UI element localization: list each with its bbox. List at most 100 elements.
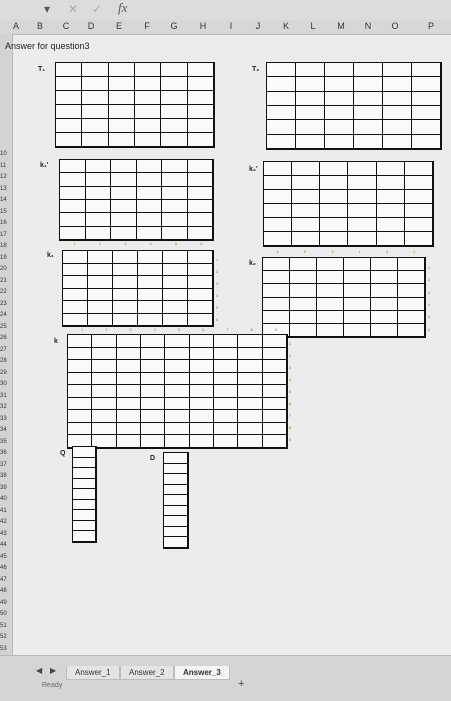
matrix-cell[interactable]	[354, 120, 383, 135]
tab-answer-1[interactable]: Answer_1	[66, 666, 120, 680]
matrix-cell[interactable]	[135, 91, 162, 105]
column-header-k[interactable]: K	[275, 21, 297, 31]
matrix-cell[interactable]	[188, 263, 213, 276]
column-header-c[interactable]: C	[55, 21, 77, 31]
matrix-cell[interactable]	[60, 186, 86, 200]
row-header-number[interactable]: 27	[0, 347, 12, 353]
matrix-cell[interactable]	[141, 435, 166, 448]
matrix-cell[interactable]	[317, 297, 344, 311]
matrix-cell[interactable]	[82, 119, 109, 133]
matrix-cell[interactable]	[165, 360, 190, 373]
matrix-cell[interactable]	[189, 385, 214, 398]
matrix-t1[interactable]	[55, 62, 215, 148]
matrix-cell[interactable]	[238, 410, 263, 423]
matrix-cell[interactable]	[165, 422, 190, 436]
matrix-cell[interactable]	[111, 213, 137, 227]
tab-answer-2[interactable]: Answer_2	[120, 666, 174, 680]
matrix-cell[interactable]	[376, 218, 405, 232]
matrix-cell[interactable]	[325, 91, 354, 106]
row-header-number[interactable]: 47	[0, 577, 12, 583]
matrix-cell[interactable]	[73, 531, 96, 542]
matrix-cell[interactable]	[267, 77, 296, 92]
matrix-cell[interactable]	[344, 297, 371, 311]
column-header-l[interactable]: L	[302, 21, 324, 31]
matrix-cell[interactable]	[292, 190, 321, 204]
matrix-cell[interactable]	[163, 288, 188, 301]
matrix-cell[interactable]	[56, 91, 83, 105]
matrix-cell[interactable]	[187, 226, 213, 240]
row-header-number[interactable]: 49	[0, 600, 12, 606]
matrix-cell[interactable]	[60, 160, 86, 174]
matrix-cell[interactable]	[214, 347, 239, 361]
row-header-number[interactable]: 13	[0, 186, 12, 192]
matrix-cell[interactable]	[262, 435, 287, 448]
matrix-cell[interactable]	[398, 284, 425, 298]
matrix-cell[interactable]	[138, 301, 163, 314]
cancel-icon[interactable]: ✕	[68, 2, 78, 16]
matrix-cell[interactable]	[85, 199, 111, 214]
matrix-cell[interactable]	[371, 297, 398, 311]
matrix-cell[interactable]	[141, 422, 166, 436]
matrix-cell[interactable]	[68, 372, 93, 386]
row-header-number[interactable]: 40	[0, 496, 12, 502]
matrix-cell[interactable]	[164, 474, 188, 485]
matrix-cell[interactable]	[371, 271, 398, 285]
prev-sheet-icon[interactable]: ◀	[36, 666, 42, 675]
matrix-cell[interactable]	[317, 271, 344, 285]
matrix-cell[interactable]	[187, 91, 214, 105]
matrix-cell[interactable]	[412, 120, 441, 135]
matrix-cell[interactable]	[135, 105, 162, 119]
matrix-cell[interactable]	[165, 435, 190, 448]
matrix-cell[interactable]	[116, 335, 141, 348]
matrix-cell[interactable]	[82, 77, 109, 91]
row-header-number[interactable]: 29	[0, 370, 12, 376]
matrix-cell[interactable]	[398, 297, 425, 311]
matrix-cell[interactable]	[135, 77, 162, 91]
matrix-cell[interactable]	[354, 105, 383, 121]
matrix-cell[interactable]	[263, 310, 290, 324]
matrix-cell[interactable]	[116, 372, 141, 386]
matrix-cell[interactable]	[164, 463, 188, 475]
matrix-cell[interactable]	[348, 218, 377, 232]
matrix-cell[interactable]	[214, 397, 239, 411]
matrix-cell[interactable]	[238, 360, 263, 373]
matrix-cell[interactable]	[398, 271, 425, 285]
function-icon[interactable]: fx	[118, 0, 127, 16]
matrix-cell[interactable]	[116, 360, 141, 373]
matrix-cell[interactable]	[262, 372, 287, 386]
matrix-cell[interactable]	[214, 360, 239, 373]
matrix-cell[interactable]	[189, 335, 214, 348]
matrix-cell[interactable]	[320, 176, 349, 190]
matrix-cell[interactable]	[60, 199, 86, 214]
tab-answer-3[interactable]: Answer_3	[174, 666, 230, 680]
matrix-cell[interactable]	[165, 372, 190, 386]
row-header-number[interactable]: 18	[0, 243, 12, 249]
matrix-cell[interactable]	[116, 347, 141, 361]
matrix-cell[interactable]	[136, 226, 162, 240]
matrix-cell[interactable]	[290, 310, 317, 324]
matrix-cell[interactable]	[348, 232, 377, 246]
matrix-cell[interactable]	[92, 385, 117, 398]
matrix-cell[interactable]	[188, 301, 213, 314]
row-header-number[interactable]: 19	[0, 255, 12, 261]
matrix-cell[interactable]	[60, 173, 86, 187]
matrix-cell[interactable]	[138, 288, 163, 301]
matrix-cell[interactable]	[264, 218, 293, 232]
matrix-cell[interactable]	[354, 91, 383, 106]
matrix-cell[interactable]	[88, 313, 113, 326]
matrix-cell[interactable]	[73, 478, 96, 490]
matrix-cell[interactable]	[263, 271, 290, 285]
row-header-number[interactable]: 39	[0, 485, 12, 491]
row-header-number[interactable]: 24	[0, 312, 12, 318]
row-header-number[interactable]: 14	[0, 197, 12, 203]
matrix-cell[interactable]	[108, 77, 135, 91]
matrix-cell[interactable]	[187, 173, 213, 187]
matrix-cell[interactable]	[135, 63, 162, 77]
matrix-cell[interactable]	[262, 410, 287, 423]
row-header-number[interactable]: 41	[0, 508, 12, 514]
confirm-icon[interactable]: ✓	[92, 2, 102, 16]
matrix-cell[interactable]	[238, 385, 263, 398]
matrix-cell[interactable]	[344, 258, 371, 272]
row-header-number[interactable]: 35	[0, 439, 12, 445]
matrix-cell[interactable]	[376, 232, 405, 246]
